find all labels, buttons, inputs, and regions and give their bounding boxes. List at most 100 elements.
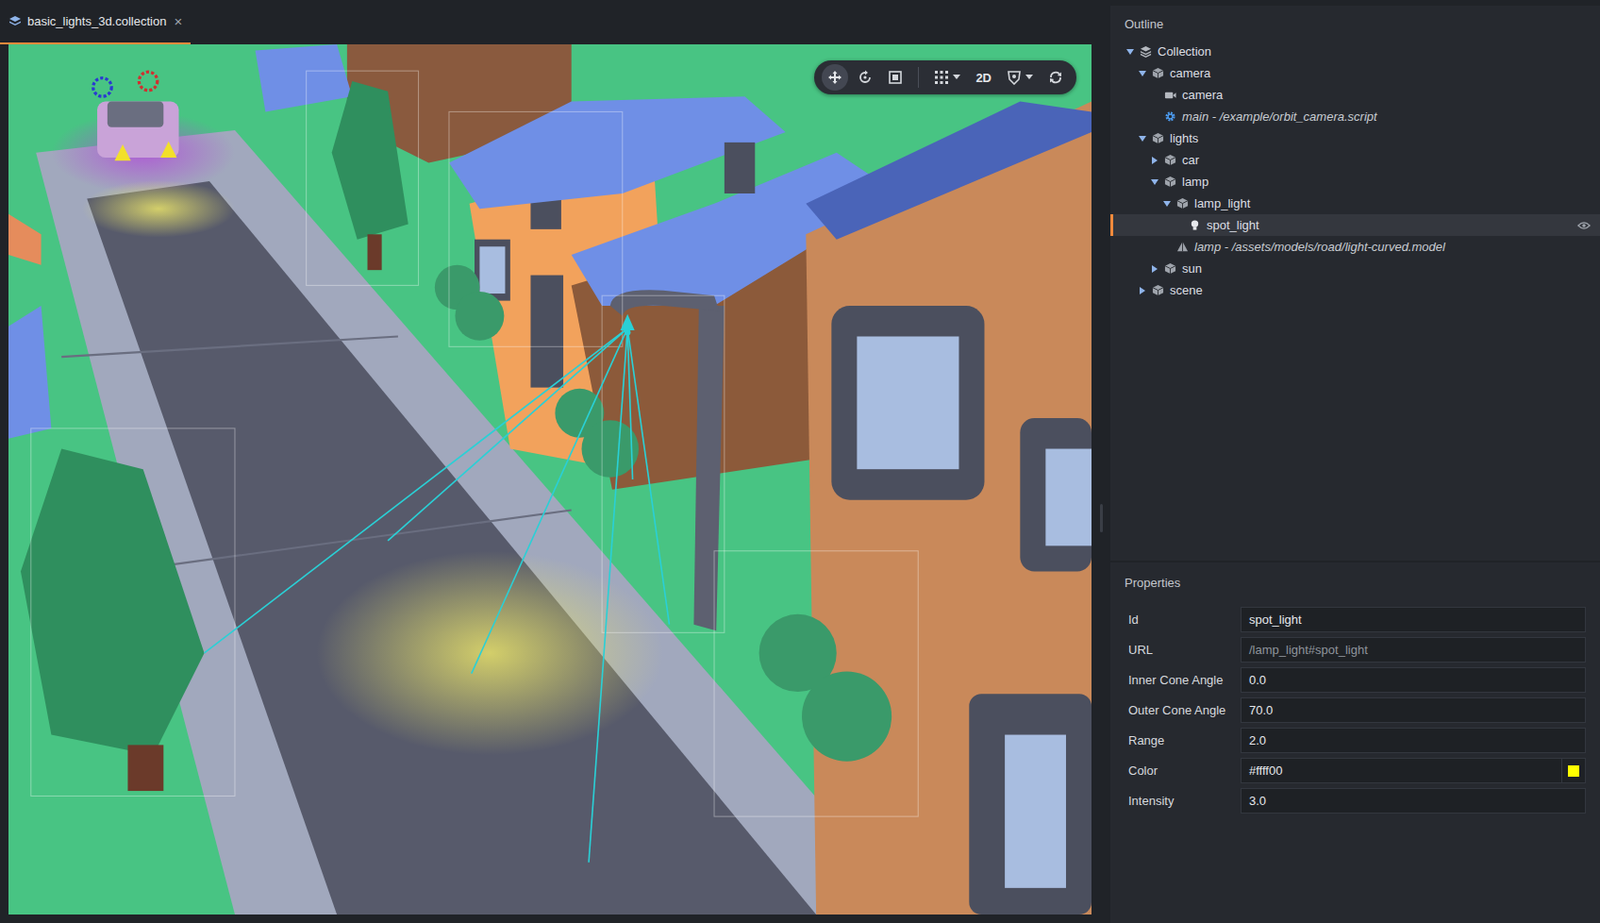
outline-item[interactable]: lamp - /assets/models/road/light-curved.… (1110, 235, 1600, 258)
move-button[interactable] (821, 64, 849, 91)
visibility-eye-icon[interactable] (1577, 220, 1591, 231)
side-pane: Outline Collection camera camera main - /exa… (1110, 0, 1600, 923)
property-row: #ffff00 (1240, 757, 1586, 784)
game-object-cube-icon (1164, 153, 1177, 167)
tab-bar: basic_lights_3d.collection × (0, 0, 1092, 45)
outline-item-label: Collection (1157, 44, 1591, 59)
property-field[interactable]: 2.0 (1240, 727, 1586, 753)
grid-button[interactable] (928, 64, 967, 91)
move-icon (827, 69, 843, 85)
property-label: Id (1128, 612, 1241, 627)
scale-button[interactable] (882, 64, 909, 91)
editor-window: basic_lights_3d.collection×2DOutlineColl… (0, 0, 1600, 923)
arrow-spacer (1150, 113, 1159, 121)
splitter-grip[interactable] (1100, 503, 1103, 533)
expanded-arrow-icon[interactable] (1138, 69, 1147, 78)
property-row: spot_light (1240, 606, 1586, 633)
car (93, 71, 180, 161)
brown-building (805, 101, 1092, 915)
expanded-arrow-icon[interactable] (1163, 200, 1171, 208)
road (35, 130, 918, 915)
tool-label: 2D (975, 70, 992, 85)
property-row: 0.0 (1240, 666, 1586, 693)
outline-item-label: camera (1169, 66, 1591, 81)
visibility-button[interactable] (1000, 64, 1039, 91)
property-label: Color (1128, 763, 1241, 778)
arrow-spacer (1175, 221, 1184, 230)
property-field[interactable]: spot_light (1240, 606, 1586, 633)
property-row: 70.0 (1240, 697, 1586, 723)
outline-title: Outline (1110, 5, 1600, 41)
outline-item[interactable]: spot_light (1110, 214, 1600, 236)
expanded-arrow-icon[interactable] (1126, 48, 1134, 56)
collection-icon (1139, 45, 1152, 58)
light-bulb-icon (1188, 218, 1201, 232)
street-lamp (610, 289, 725, 631)
visibility-filter-icon (1006, 69, 1022, 85)
property-label: Intensity (1128, 793, 1241, 808)
arrow-spacer (1150, 91, 1159, 100)
outline-item[interactable]: camera (1110, 62, 1600, 84)
property-field[interactable]: #ffff00 (1240, 757, 1563, 784)
toolbar-separator (917, 66, 919, 88)
reset-camera-button[interactable] (1042, 64, 1069, 91)
mode-2d-button[interactable]: 2D (969, 64, 998, 91)
game-object-cube-icon (1151, 283, 1165, 297)
game-object-cube-icon (1164, 262, 1177, 275)
expanded-arrow-icon[interactable] (1138, 134, 1147, 143)
property-row: 2.0 (1240, 727, 1586, 753)
close-tab-button[interactable]: × (173, 13, 183, 30)
property-field[interactable]: 3.0 (1240, 787, 1586, 814)
outline-item-label: main - /example/orbit_camera.script (1182, 109, 1591, 124)
rotate-icon (857, 69, 873, 85)
collapsed-arrow-icon[interactable] (1138, 286, 1147, 295)
outline-tree: Collection camera camera main - /example/or… (1110, 40, 1600, 301)
property-label: Outer Cone Angle (1128, 702, 1241, 717)
property-field[interactable]: 0.0 (1240, 666, 1586, 693)
outline-item[interactable]: lamp (1110, 170, 1600, 193)
game-object-cube-icon (1176, 197, 1189, 210)
tab-label: basic_lights_3d.collection (27, 14, 167, 29)
scene-toolbar: 2D (814, 60, 1077, 95)
editor-pane: basic_lights_3d.collection × 2D (0, 0, 1092, 923)
pane-splitter[interactable] (1091, 0, 1111, 923)
outline-item[interactable]: lights (1110, 127, 1600, 150)
game-object-cube-icon (1151, 66, 1165, 80)
reset-camera-icon (1048, 69, 1064, 85)
property-field[interactable]: 70.0 (1240, 697, 1586, 723)
collapsed-arrow-icon[interactable] (1150, 156, 1159, 165)
outline-item-label: spot_light (1206, 217, 1572, 233)
expanded-arrow-icon[interactable] (1150, 178, 1159, 186)
dropdown-caret-icon (952, 74, 961, 81)
outline-item[interactable]: camera (1110, 83, 1600, 106)
color-picker-button[interactable] (1562, 757, 1586, 784)
collapsed-arrow-icon[interactable] (1150, 265, 1159, 273)
outline-item-label: car (1182, 152, 1591, 167)
outline-item[interactable]: sun (1110, 257, 1600, 280)
properties-title: Properties (1110, 562, 1600, 607)
outline-item-label: camera (1182, 87, 1591, 102)
property-label: Range (1128, 733, 1241, 748)
scene-render (8, 44, 1092, 915)
ground (8, 44, 1092, 915)
script-gear-icon (1164, 110, 1177, 123)
light-cone (204, 328, 670, 863)
game-object-cube-icon (1151, 132, 1165, 145)
spot-light-gizmo[interactable] (620, 314, 635, 336)
model-mesh-icon (1176, 240, 1189, 253)
outline-item[interactable]: Collection (1110, 40, 1600, 63)
rotate-button[interactable] (851, 64, 879, 91)
trees (20, 81, 892, 791)
property-label: URL (1128, 642, 1241, 657)
outline-item[interactable]: car (1110, 149, 1600, 171)
scene-viewport[interactable]: 2D (8, 44, 1092, 915)
outline-item[interactable]: lamp_light (1110, 192, 1600, 215)
wireframes (31, 70, 918, 817)
scale-icon (887, 69, 903, 85)
outline-item[interactable]: main - /example/orbit_camera.script (1110, 105, 1600, 128)
property-list: Idspot_lightURL/lamp_light#spot_lightInn… (1110, 606, 1600, 814)
game-object-cube-icon (1164, 175, 1177, 188)
outline-item-label: lamp (1182, 174, 1591, 189)
outline-item[interactable]: scene (1110, 279, 1600, 301)
editor-tab[interactable]: basic_lights_3d.collection × (0, 0, 191, 45)
